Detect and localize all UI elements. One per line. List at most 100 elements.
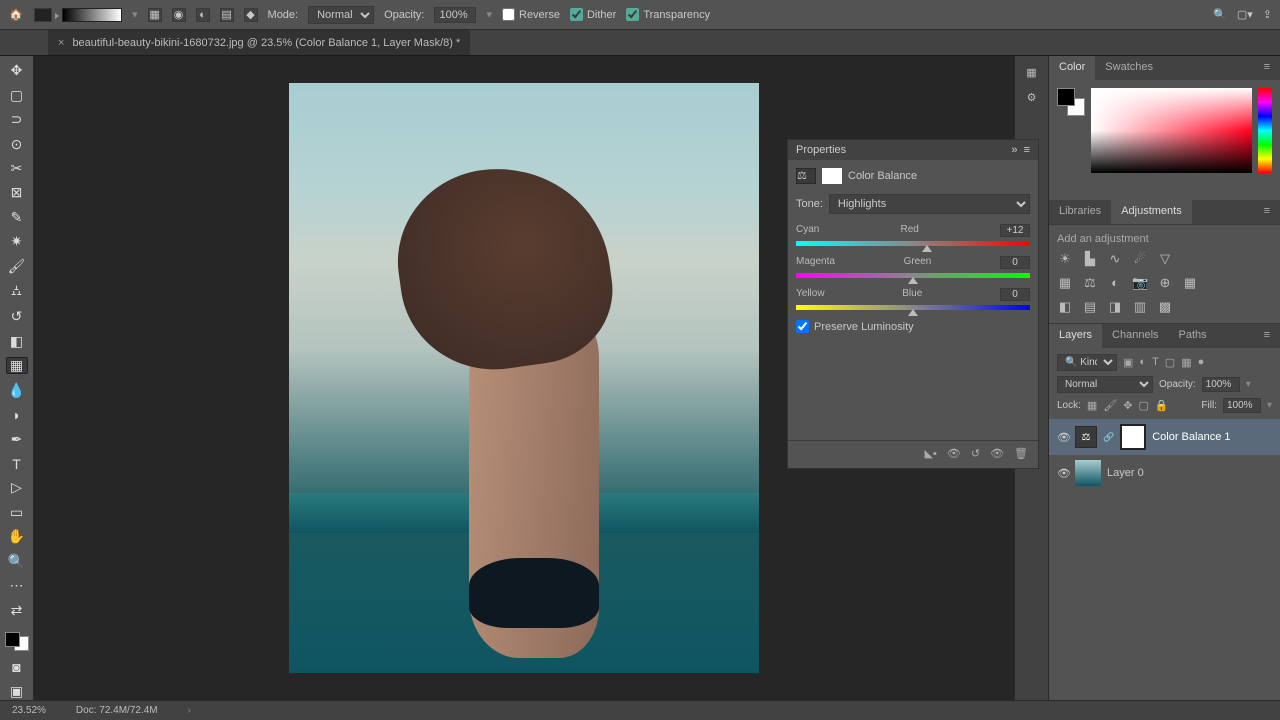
layer-filter-select[interactable]: 🔍 KindKind: [1057, 354, 1117, 371]
curves-icon[interactable]: ∿: [1107, 251, 1123, 267]
cyan-red-value[interactable]: [1000, 224, 1030, 237]
canvas[interactable]: Properties » ≡ ⚖ Color Balance Tone: Hig…: [34, 56, 1014, 700]
search-icon[interactable]: 🔍: [1213, 8, 1227, 21]
shape-tool-icon[interactable]: ▭: [6, 504, 28, 521]
reflected-gradient-icon[interactable]: ▤: [220, 8, 234, 22]
hue-strip[interactable]: [1258, 88, 1272, 173]
reset-icon[interactable]: ↺: [971, 447, 980, 462]
tone-select[interactable]: Highlights: [829, 194, 1030, 214]
foreground-background-colors[interactable]: [5, 632, 29, 651]
move-tool-icon[interactable]: ✥: [6, 62, 28, 79]
panel-menu-icon[interactable]: ≡: [1254, 56, 1280, 80]
filter-toggle-icon[interactable]: ●: [1198, 356, 1205, 369]
reverse-checkbox[interactable]: Reverse: [502, 8, 560, 21]
layer-name[interactable]: Color Balance 1: [1152, 431, 1230, 443]
visibility-icon[interactable]: 👁: [1057, 467, 1069, 480]
gradient-preset-swatch[interactable]: [34, 8, 52, 22]
history-brush-tool-icon[interactable]: ↺: [6, 308, 28, 325]
lock-transparency-icon[interactable]: ▦: [1087, 399, 1097, 412]
quickmask-icon[interactable]: ◙: [6, 658, 28, 675]
stamp-tool-icon[interactable]: ⛼: [6, 282, 28, 301]
brush-tool-icon[interactable]: 🖌: [6, 258, 28, 275]
zoom-tool-icon[interactable]: 🔍: [6, 553, 28, 570]
close-tab-icon[interactable]: ×: [58, 37, 64, 49]
filter-type-icon[interactable]: T: [1152, 356, 1159, 369]
toggle-visibility-icon[interactable]: 👁: [990, 447, 1004, 462]
workspace-icon[interactable]: ▢▾: [1237, 8, 1253, 21]
filter-smart-icon[interactable]: ▦: [1181, 356, 1191, 369]
yellow-blue-value[interactable]: [1000, 288, 1030, 301]
pen-tool-icon[interactable]: ✒: [6, 430, 28, 447]
layer-item[interactable]: 👁 Layer 0: [1049, 455, 1280, 491]
path-select-tool-icon[interactable]: ▷: [6, 479, 28, 496]
lock-image-icon[interactable]: 🖌: [1103, 399, 1117, 412]
linear-gradient-icon[interactable]: ▦: [148, 8, 162, 22]
tab-swatches[interactable]: Swatches: [1095, 56, 1163, 80]
file-tab[interactable]: × beautiful-beauty-bikini-1680732.jpg @ …: [48, 30, 470, 55]
photo-filter-icon[interactable]: 📷: [1132, 275, 1148, 291]
frame-tool-icon[interactable]: ⊠: [6, 184, 28, 201]
lock-artboard-icon[interactable]: ▢: [1139, 399, 1149, 412]
brightness-icon[interactable]: ☀: [1057, 251, 1073, 267]
mask-thumb[interactable]: [1120, 424, 1146, 450]
lasso-tool-icon[interactable]: ⊃: [6, 111, 28, 128]
color-fgbg[interactable]: [1057, 88, 1085, 116]
selective-color-icon[interactable]: ▩: [1157, 299, 1173, 315]
eyedropper-tool-icon[interactable]: ✎: [6, 209, 28, 226]
radial-gradient-icon[interactable]: ◉: [172, 8, 186, 22]
history-icon[interactable]: ▦: [1026, 66, 1036, 79]
gradient-editor[interactable]: [62, 8, 122, 22]
mode-select[interactable]: Normal: [308, 6, 374, 24]
screenmode-icon[interactable]: ▣: [6, 682, 28, 699]
color-lookup-icon[interactable]: ▦: [1182, 275, 1198, 291]
threshold-icon[interactable]: ◨: [1107, 299, 1123, 315]
fill-input[interactable]: [1223, 398, 1261, 413]
filter-shape-icon[interactable]: ▢: [1165, 356, 1175, 369]
preserve-luminosity-checkbox[interactable]: Preserve Luminosity: [796, 320, 1030, 333]
filter-pixel-icon[interactable]: ▣: [1123, 356, 1133, 369]
dither-checkbox[interactable]: Dither: [570, 8, 616, 21]
lock-position-icon[interactable]: ✥: [1123, 399, 1132, 412]
status-chevron-icon[interactable]: ›: [188, 705, 191, 716]
panel-menu-icon[interactable]: ≡: [1254, 200, 1280, 224]
crop-tool-icon[interactable]: ✂: [6, 160, 28, 177]
doc-size[interactable]: Doc: 72.4M/72.4M: [76, 705, 158, 716]
link-icon[interactable]: 🔗: [1103, 432, 1114, 443]
home-icon[interactable]: 🏠: [8, 7, 24, 23]
swap-colors-icon[interactable]: ⇄: [6, 602, 28, 619]
delete-icon[interactable]: 🗑: [1014, 447, 1028, 462]
channel-mixer-icon[interactable]: ⊕: [1157, 275, 1173, 291]
dodge-tool-icon[interactable]: ◗: [6, 406, 28, 423]
healing-tool-icon[interactable]: ✷: [6, 233, 28, 250]
magenta-green-value[interactable]: [1000, 256, 1030, 269]
transparency-checkbox[interactable]: Transparency: [626, 8, 710, 21]
blend-mode-select[interactable]: Normal: [1057, 376, 1153, 393]
clip-icon[interactable]: ◣▪: [925, 447, 937, 462]
visibility-icon[interactable]: 👁: [1057, 431, 1069, 444]
hand-tool-icon[interactable]: ✋: [6, 528, 28, 545]
filter-adjust-icon[interactable]: ◐: [1139, 356, 1146, 369]
collapse-icon[interactable]: »: [1011, 144, 1017, 156]
blur-tool-icon[interactable]: 💧: [6, 381, 28, 398]
type-tool-icon[interactable]: T: [6, 455, 28, 472]
bw-icon[interactable]: ◐: [1107, 275, 1123, 291]
layer-opacity-input[interactable]: [1202, 377, 1240, 392]
quick-select-tool-icon[interactable]: ⊙: [6, 135, 28, 152]
opacity-input[interactable]: [434, 7, 476, 23]
eraser-tool-icon[interactable]: ◧: [6, 333, 28, 350]
posterize-icon[interactable]: ▤: [1082, 299, 1098, 315]
tab-layers[interactable]: Layers: [1049, 324, 1102, 348]
marquee-tool-icon[interactable]: ▢: [6, 86, 28, 103]
levels-icon[interactable]: ▙: [1082, 251, 1098, 267]
adjustment-thumb[interactable]: ⚖: [1075, 426, 1097, 448]
gradient-map-icon[interactable]: ▥: [1132, 299, 1148, 315]
layer-item[interactable]: 👁 ⚖ 🔗 Color Balance 1: [1049, 419, 1280, 455]
tab-paths[interactable]: Paths: [1169, 324, 1217, 348]
yellow-blue-slider[interactable]: [796, 305, 1030, 310]
angle-gradient-icon[interactable]: ◐: [196, 8, 210, 22]
tab-libraries[interactable]: Libraries: [1049, 200, 1111, 224]
tab-color[interactable]: Color: [1049, 56, 1095, 80]
properties-icon[interactable]: ⚙: [1027, 91, 1037, 104]
view-previous-icon[interactable]: 👁: [947, 447, 961, 462]
diamond-gradient-icon[interactable]: ◆: [244, 8, 258, 22]
